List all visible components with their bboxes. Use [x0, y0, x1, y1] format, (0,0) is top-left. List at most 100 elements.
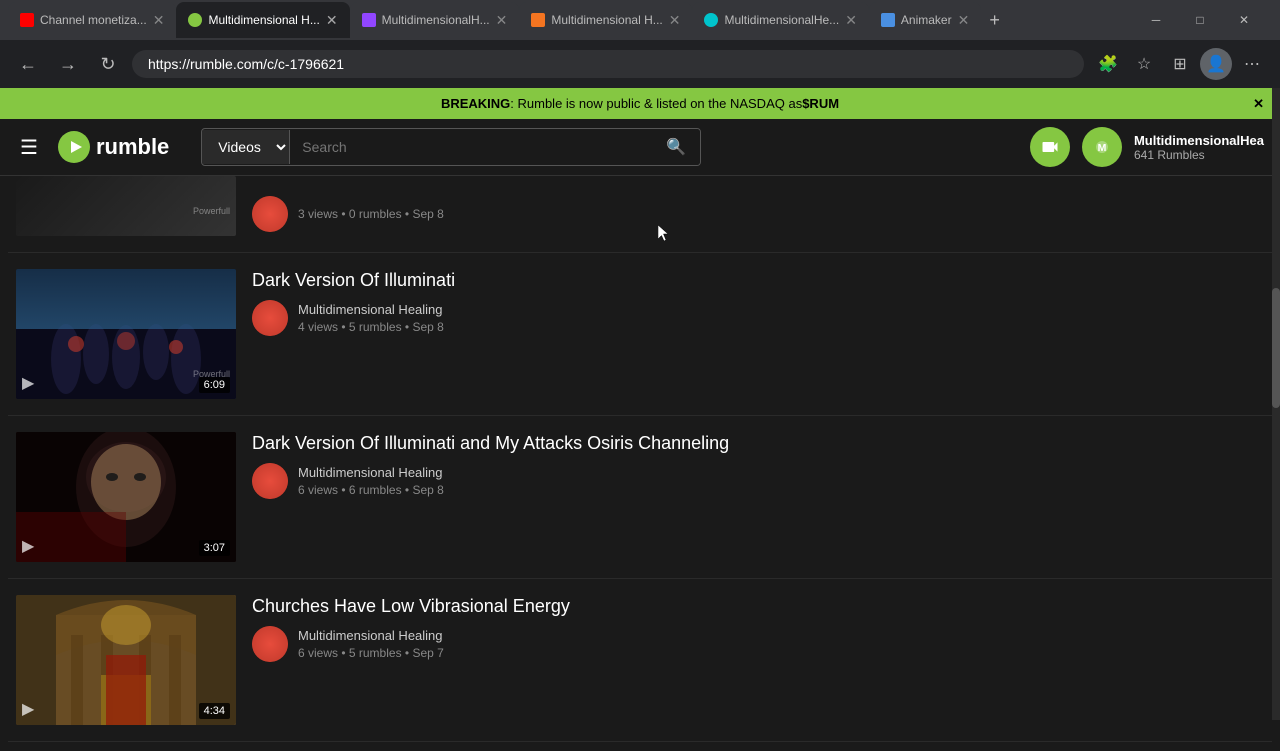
search-bar: Videos 🔍	[201, 128, 701, 166]
tab-animaker-close[interactable]: ✕	[958, 12, 970, 29]
play-icon-0: ▶	[22, 373, 34, 393]
user-avatar[interactable]: M	[1082, 127, 1122, 167]
partial-meta: 3 views • 0 rumbles • Sep 8	[252, 188, 1264, 236]
tab-crunchyroll-close[interactable]: ✕	[669, 12, 681, 29]
tab-rumble-label: Multidimensional H...	[208, 13, 319, 27]
thumbnail-0: Powerfull ▶ 6:09	[16, 269, 236, 399]
canva-favicon	[704, 13, 718, 27]
tab-yt-label: Channel monetiza...	[40, 13, 147, 27]
minimize-button[interactable]: ─	[1136, 5, 1176, 35]
tab-yt-close[interactable]: ✕	[153, 12, 165, 29]
rumble-logo-icon	[58, 131, 90, 163]
video-info-1: Dark Version Of Illuminati and My Attack…	[252, 432, 1264, 499]
video-stats-0: 4 views • 5 rumbles • Sep 8	[298, 320, 444, 334]
banner-close[interactable]: ✕	[1253, 96, 1264, 112]
tab-crunchyroll-label: Multidimensional H...	[551, 13, 662, 27]
browser-chrome: Channel monetiza... ✕ Multidimensional H…	[0, 0, 1280, 88]
tab-animaker[interactable]: Animaker ✕	[869, 2, 981, 38]
channel-details-1: Multidimensional Healing 6 views • 6 rum…	[298, 465, 444, 497]
collections-button[interactable]: ⊞	[1164, 48, 1196, 80]
back-button[interactable]: ←	[12, 48, 44, 80]
play-icon-1: ▶	[22, 536, 34, 556]
video-title-2: Churches Have Low Vibrasional Energy	[252, 595, 1264, 618]
tab-rumble[interactable]: Multidimensional H... ✕	[176, 2, 349, 38]
channel-details-2: Multidimensional Healing 6 views • 5 rum…	[298, 628, 444, 660]
address-input[interactable]	[132, 50, 1084, 78]
search-button[interactable]: 🔍	[652, 129, 700, 165]
animaker-favicon	[881, 13, 895, 27]
address-bar-row: ← → ↻ 🧩 ☆ ⊞ 👤 ⋯	[0, 40, 1280, 88]
crunchyroll-favicon	[531, 13, 545, 27]
tab-twitch[interactable]: MultidimensionalH... ✕	[350, 2, 520, 38]
tab-rumble-close[interactable]: ✕	[326, 12, 338, 29]
rumble-favicon	[188, 13, 202, 27]
video-item-1[interactable]: ▶ 3:07 Dark Version Of Illuminati and My…	[8, 416, 1272, 579]
video-item-0[interactable]: Powerfull ▶ 6:09 Dark Version Of Illumin…	[8, 253, 1272, 416]
scrollbar-thumb[interactable]	[1272, 288, 1280, 408]
channel-avatar-partial	[252, 196, 288, 232]
forward-button[interactable]: →	[52, 48, 84, 80]
video-meta-2: Multidimensional Healing 6 views • 5 rum…	[252, 626, 1264, 662]
watermark-partial: Powerfull	[193, 206, 230, 216]
svg-text:M: M	[1098, 142, 1107, 154]
channel-avatar-1	[252, 463, 288, 499]
content-area[interactable]: Powerfull 3 views • 0 rumbles • Sep 8	[0, 176, 1280, 751]
channel-name-2: Multidimensional Healing	[298, 628, 444, 643]
twitch-favicon	[362, 13, 376, 27]
video-stats-1: 6 views • 6 rumbles • Sep 8	[298, 483, 444, 497]
toolbar-icons: 🧩 ☆ ⊞ 👤 ⋯	[1092, 48, 1268, 80]
maximize-button[interactable]: □	[1180, 5, 1220, 35]
video-title-1: Dark Version Of Illuminati and My Attack…	[252, 432, 1264, 455]
video-stats-2: 6 views • 5 rumbles • Sep 7	[298, 646, 444, 660]
duration-0: 6:09	[199, 377, 230, 393]
tab-canva-label: MultidimensionalHe...	[724, 13, 839, 27]
rumble-header: ☰ rumble Videos 🔍	[0, 119, 1280, 176]
window-controls: ─ □ ✕	[1136, 5, 1272, 35]
rumble-app: ☰ rumble Videos 🔍	[0, 119, 1280, 751]
tab-twitch-label: MultidimensionalH...	[382, 13, 490, 27]
play-icon-2: ▶	[22, 699, 34, 719]
hamburger-menu[interactable]: ☰	[16, 131, 42, 164]
camera-icon	[1040, 137, 1060, 157]
username: MultidimensionalHea	[1134, 133, 1264, 148]
settings-button[interactable]: ⋯	[1236, 48, 1268, 80]
reload-button[interactable]: ↻	[92, 48, 124, 80]
new-tab-button[interactable]: +	[981, 10, 1008, 31]
rumble-logo[interactable]: rumble	[58, 131, 169, 163]
breaking-banner: BREAKING : Rumble is now public & listed…	[0, 88, 1280, 119]
favorites-button[interactable]: ☆	[1128, 48, 1160, 80]
header-right: M MultidimensionalHea 641 Rumbles	[1030, 127, 1264, 167]
duration-2: 4:34	[199, 703, 230, 719]
profile-icon[interactable]: 👤	[1200, 48, 1232, 80]
tab-crunchyroll[interactable]: Multidimensional H... ✕	[519, 2, 692, 38]
video-item-2[interactable]: ▶ 4:34 Churches Have Low Vibrasional Ene…	[8, 579, 1272, 742]
channel-details-partial: 3 views • 0 rumbles • Sep 8	[298, 207, 444, 221]
tab-canva[interactable]: MultidimensionalHe... ✕	[692, 2, 868, 38]
channel-avatar-2	[252, 626, 288, 662]
search-input[interactable]	[290, 131, 652, 163]
rumble-logo-text: rumble	[96, 134, 169, 160]
channel-avatar-0	[252, 300, 288, 336]
video-title-0: Dark Version Of Illuminati	[252, 269, 1264, 292]
tab-canva-close[interactable]: ✕	[845, 12, 857, 29]
user-info: MultidimensionalHea 641 Rumbles	[1134, 133, 1264, 162]
extensions-button[interactable]: 🧩	[1092, 48, 1124, 80]
scrollbar-track[interactable]	[1272, 88, 1280, 720]
banner-ticker: $RUM	[802, 96, 839, 111]
tab-bar: Channel monetiza... ✕ Multidimensional H…	[0, 0, 1280, 40]
yt-favicon	[20, 13, 34, 27]
video-item-partial[interactable]: Powerfull 3 views • 0 rumbles • Sep 8	[8, 176, 1272, 253]
channel-name-0: Multidimensional Healing	[298, 302, 444, 317]
rumble-count: 641 Rumbles	[1134, 148, 1264, 162]
tab-yt[interactable]: Channel monetiza... ✕	[8, 2, 176, 38]
duration-1: 3:07	[199, 540, 230, 556]
upload-button[interactable]	[1030, 127, 1070, 167]
video-meta-0: Multidimensional Healing 4 views • 5 rum…	[252, 300, 1264, 336]
close-button[interactable]: ✕	[1224, 5, 1264, 35]
video-list: Powerfull 3 views • 0 rumbles • Sep 8	[0, 176, 1280, 742]
video-meta-1: Multidimensional Healing 6 views • 6 rum…	[252, 463, 1264, 499]
search-type-select[interactable]: Videos	[202, 130, 290, 164]
partial-stats: 3 views • 0 rumbles • Sep 8	[298, 207, 444, 221]
banner-text: : Rumble is now public & listed on the N…	[510, 96, 802, 111]
tab-twitch-close[interactable]: ✕	[496, 12, 508, 29]
